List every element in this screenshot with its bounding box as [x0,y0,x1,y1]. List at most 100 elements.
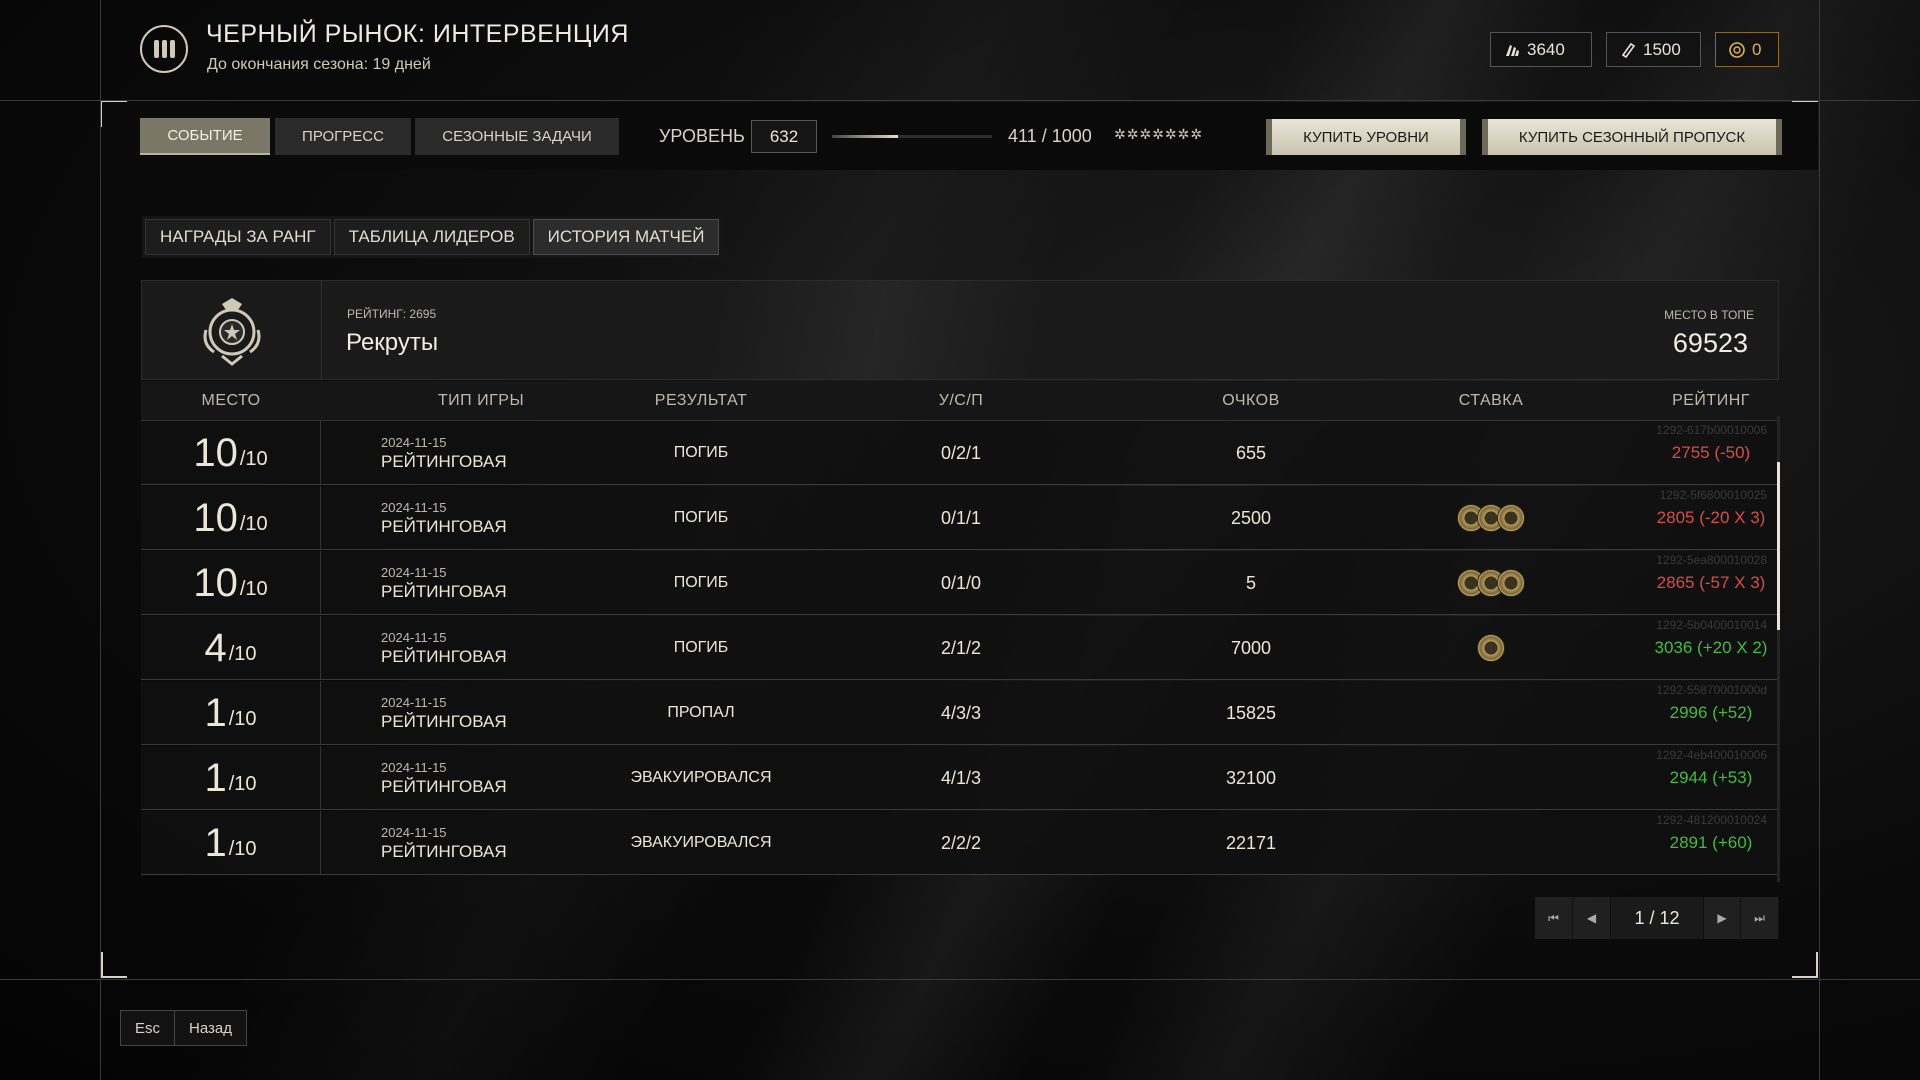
ammo-icon [1506,44,1519,56]
points-cell: 22171 [1225,832,1277,853]
usp-cell: 4/3/3 [940,702,982,723]
table-row[interactable]: 1292-4eb400010006 1/10 2024-11-15 РЕЙТИНГОВ… [141,746,1777,810]
table-row[interactable]: 1292-5b0400010014 4/10 2024-11-15 РЕЙТИНГОВ… [141,616,1777,680]
place-cell: 1/10 [141,746,321,810]
bet-cell [1411,746,1571,810]
points-cell: 5 [1245,572,1256,593]
place-total: /10 [228,707,257,730]
place-value: 1 [204,690,227,735]
ticket-icon [1621,42,1636,58]
back-button[interactable]: Esc Назад [120,1010,247,1046]
rating-cell: 2996 (+52) [1669,703,1753,722]
tab-season-tasks[interactable]: СЕЗОННЫЕ ЗАДАЧИ [415,118,619,155]
place-value: 10 [193,430,238,475]
prev-page-button[interactable]: ◀ [1573,897,1611,939]
result-cell: ЭВАКУИРОВАЛСЯ [630,834,772,851]
next-page-icon: ▶ [1717,911,1727,925]
subtab-bar: НАГРАДЫ ЗА РАНГ ТАБЛИЦА ЛИДЕРОВ ИСТОРИЯ … [142,216,723,258]
page-title: ЧЕРНЫЙ РЫНОК: ИНТЕРВЕНЦИЯ [206,20,629,48]
game-type: РЕЙТИНГОВАЯ [381,516,507,536]
result-cell: ПОГИБ [673,574,729,591]
place-value: 4 [204,625,227,670]
match-date: 2024-11-15 [381,694,447,710]
table-row[interactable]: 1292-617b00010006 10/10 2024-11-15 РЕЙТИНГО… [141,421,1777,485]
level-value: 632 [751,120,817,153]
subtab-match-history[interactable]: ИСТОРИЯ МАТЧЕЙ [532,219,720,255]
place-cell: 1/10 [141,681,321,745]
points-cell: 7000 [1230,637,1272,658]
place-total: /10 [228,772,257,795]
match-history-table[interactable]: 1292-617b00010006 10/10 2024-11-15 РЕЙТИНГО… [141,421,1777,883]
rank-name: Рекруты [346,329,439,356]
game-type-cell: 2024-11-15 РЕЙТИНГОВАЯ [381,421,581,485]
bet-cell [1411,421,1571,485]
buy-levels-button[interactable]: КУПИТЬ УРОВНИ [1266,119,1466,155]
esc-key-hint: Esc [120,1010,176,1046]
currency-ticket[interactable]: 1500 [1606,32,1701,67]
match-date: 2024-11-15 [381,499,447,515]
points-cell: 15825 [1225,702,1277,723]
game-type: РЕЙТИНГОВАЯ [381,581,507,601]
game-type: РЕЙТИНГОВАЯ [381,776,507,796]
column-header-bet: СТАВКА [1458,392,1524,409]
pagination: ⏮ ◀ 1 / 12 ▶ ⏭ [1535,897,1779,939]
bet-cell [1411,811,1571,875]
game-type-cell: 2024-11-15 РЕЙТИНГОВАЯ [381,486,581,550]
place-value: 10 [193,560,238,605]
game-type-cell: 2024-11-15 РЕЙТИНГОВАЯ [381,811,581,875]
game-type-cell: 2024-11-15 РЕЙТИНГОВАЯ [381,551,581,615]
tab-event[interactable]: СОБЫТИЕ [140,118,270,155]
rank-emblem-icon [142,281,322,379]
currency-ammo-value: 3640 [1527,39,1565,59]
game-type: РЕЙТИНГОВАЯ [381,841,507,861]
usp-cell: 0/1/0 [940,572,982,593]
game-type: РЕЙТИНГОВАЯ [381,451,507,471]
column-header-place: МЕСТО [201,392,261,409]
prev-page-icon: ◀ [1586,911,1597,925]
rating-cell: 2755 (-50) [1671,443,1751,462]
game-type-cell: 2024-11-15 РЕЙТИНГОВАЯ [381,746,581,810]
result-cell: ПОГИБ [673,509,729,526]
table-row[interactable]: 1292-5f6800010025 10/10 2024-11-15 РЕЙТИНГО… [141,486,1777,550]
result-cell: ПОГИБ [673,444,729,461]
result-cell: ПРОПАЛ [667,704,735,721]
points-cell: 2500 [1230,507,1272,528]
frame-line [0,100,1920,101]
place-total: /10 [228,837,257,860]
page-indicator: 1 / 12 [1611,897,1703,939]
next-page-button[interactable]: ▶ [1703,897,1741,939]
usp-cell: 4/1/3 [940,767,982,788]
bet-cell [1411,486,1571,550]
buy-season-pass-button[interactable]: КУПИТЬ СЕЗОННЫЙ ПРОПУСК [1482,119,1782,155]
usp-cell: 0/1/1 [940,507,982,528]
table-row[interactable]: 1292-5ea800010028 10/10 2024-11-15 РЕЙТИНГО… [141,551,1777,615]
column-header-points: ОЧКОВ [1222,392,1280,409]
place-value: 10 [193,495,238,540]
tab-progress[interactable]: ПРОГРЕСС [275,118,411,155]
table-row[interactable]: 1292-481200010024 1/10 2024-11-15 РЕЙТИНГОВ… [141,811,1777,875]
currency-ammo[interactable]: 3640 [1490,32,1592,67]
scrollbar-thumb[interactable] [1777,462,1780,630]
place-value: 1 [204,820,227,865]
table-row[interactable]: 1292-55870001000d 1/10 2024-11-15 РЕЙТИНГОВ… [141,681,1777,745]
bet-chip-icon [1477,634,1505,662]
first-page-button[interactable]: ⏮ [1535,897,1573,939]
points-cell: 655 [1235,442,1267,463]
usp-cell: 2/2/2 [940,832,982,853]
column-header-game-type: ТИП ИГРЫ [437,392,525,409]
header: ЧЕРНЫЙ РЫНОК: ИНТЕРВЕНЦИЯ До окончания с… [100,0,1820,100]
currency-coin[interactable]: 0 [1715,32,1779,67]
usp-cell: 2/1/2 [940,637,982,658]
bet-cell [1411,551,1571,615]
place-total: /10 [228,642,257,665]
rating-cell: 2805 (-20 X 3) [1656,508,1766,527]
game-type: РЕЙТИНГОВАЯ [381,711,507,731]
last-page-button[interactable]: ⏭ [1741,897,1779,939]
subtab-rank-rewards[interactable]: НАГРАДЫ ЗА РАНГ [145,219,331,255]
table-header: МЕСТО ТИП ИГРЫ РЕЗУЛЬТАТ У/С/П ОЧКОВ СТА… [141,381,1779,421]
match-date: 2024-11-15 [381,434,447,450]
level-progress-bar [832,135,992,138]
subtab-leaderboard[interactable]: ТАБЛИЦА ЛИДЕРОВ [333,219,530,255]
place-cell: 10/10 [141,421,321,485]
coin-icon [1729,41,1745,58]
